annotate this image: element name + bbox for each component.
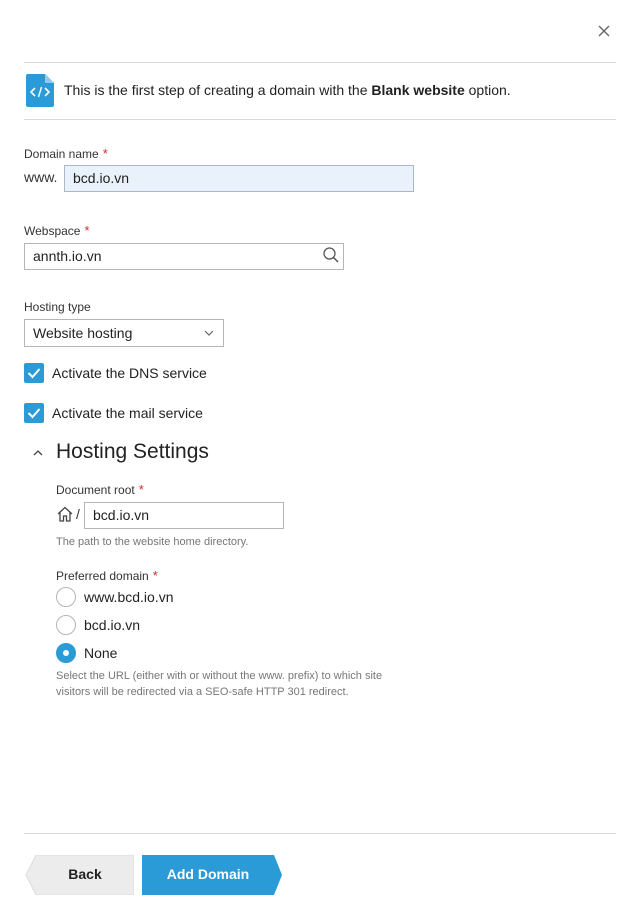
add-domain-button[interactable]: Add Domain bbox=[142, 855, 282, 895]
domain-name-label: Domain name * bbox=[24, 146, 108, 161]
webspace-label: Webspace * bbox=[24, 223, 90, 238]
intro-bold: Blank website bbox=[371, 82, 465, 98]
hosting-settings-title[interactable]: Hosting Settings bbox=[56, 440, 209, 464]
required-mark: * bbox=[152, 568, 158, 583]
required-mark: * bbox=[138, 482, 144, 497]
preferred-domain-hint-line1: Select the URL (either with or without t… bbox=[56, 670, 383, 682]
footer-divider bbox=[24, 833, 616, 834]
chevron-down-icon bbox=[204, 330, 214, 336]
document-root-hint: The path to the website home directory. bbox=[56, 536, 249, 548]
hosting-type-select[interactable]: Website hosting bbox=[24, 319, 224, 347]
webspace-input[interactable]: annth.io.vn bbox=[24, 243, 344, 270]
dns-service-checkbox[interactable] bbox=[24, 363, 44, 383]
document-root-input[interactable]: bcd.io.vn bbox=[84, 502, 284, 529]
add-domain-button-label: Add Domain bbox=[166, 866, 250, 882]
intro-divider bbox=[24, 119, 616, 120]
radio-bare-domain-label[interactable]: bcd.io.vn bbox=[84, 617, 140, 633]
preferred-domain-label: Preferred domain * bbox=[56, 568, 158, 583]
domain-name-input[interactable]: bcd.io.vn bbox=[64, 165, 414, 192]
path-separator: / bbox=[76, 506, 80, 522]
checkmark-icon bbox=[27, 368, 41, 379]
radio-www-domain[interactable] bbox=[56, 587, 76, 607]
dns-service-label[interactable]: Activate the DNS service bbox=[52, 365, 207, 381]
code-file-icon bbox=[26, 74, 54, 107]
hosting-type-label: Hosting type bbox=[24, 300, 91, 314]
preferred-domain-hint-line2: visitors will be redirected via a SEO-sa… bbox=[56, 686, 349, 698]
www-prefix: www. bbox=[24, 169, 58, 185]
back-button[interactable]: Back bbox=[24, 855, 134, 895]
hosting-type-value: Website hosting bbox=[33, 325, 133, 341]
radio-none-label[interactable]: None bbox=[84, 645, 117, 661]
back-button-label: Back bbox=[68, 866, 102, 882]
top-divider bbox=[24, 62, 616, 63]
checkmark-icon bbox=[27, 408, 41, 419]
required-mark: * bbox=[84, 223, 90, 238]
mail-service-checkbox[interactable] bbox=[24, 403, 44, 423]
close-icon[interactable] bbox=[596, 23, 612, 39]
required-mark: * bbox=[102, 146, 108, 161]
mail-service-label[interactable]: Activate the mail service bbox=[52, 405, 203, 421]
document-root-label: Document root * bbox=[56, 482, 144, 497]
intro-text: This is the first step of creating a dom… bbox=[64, 82, 511, 98]
home-icon bbox=[57, 506, 73, 522]
radio-www-domain-label[interactable]: www.bcd.io.vn bbox=[84, 589, 173, 605]
search-icon[interactable] bbox=[322, 246, 340, 264]
radio-bare-domain[interactable] bbox=[56, 615, 76, 635]
chevron-up-icon[interactable] bbox=[32, 448, 44, 458]
radio-none[interactable] bbox=[56, 643, 76, 663]
